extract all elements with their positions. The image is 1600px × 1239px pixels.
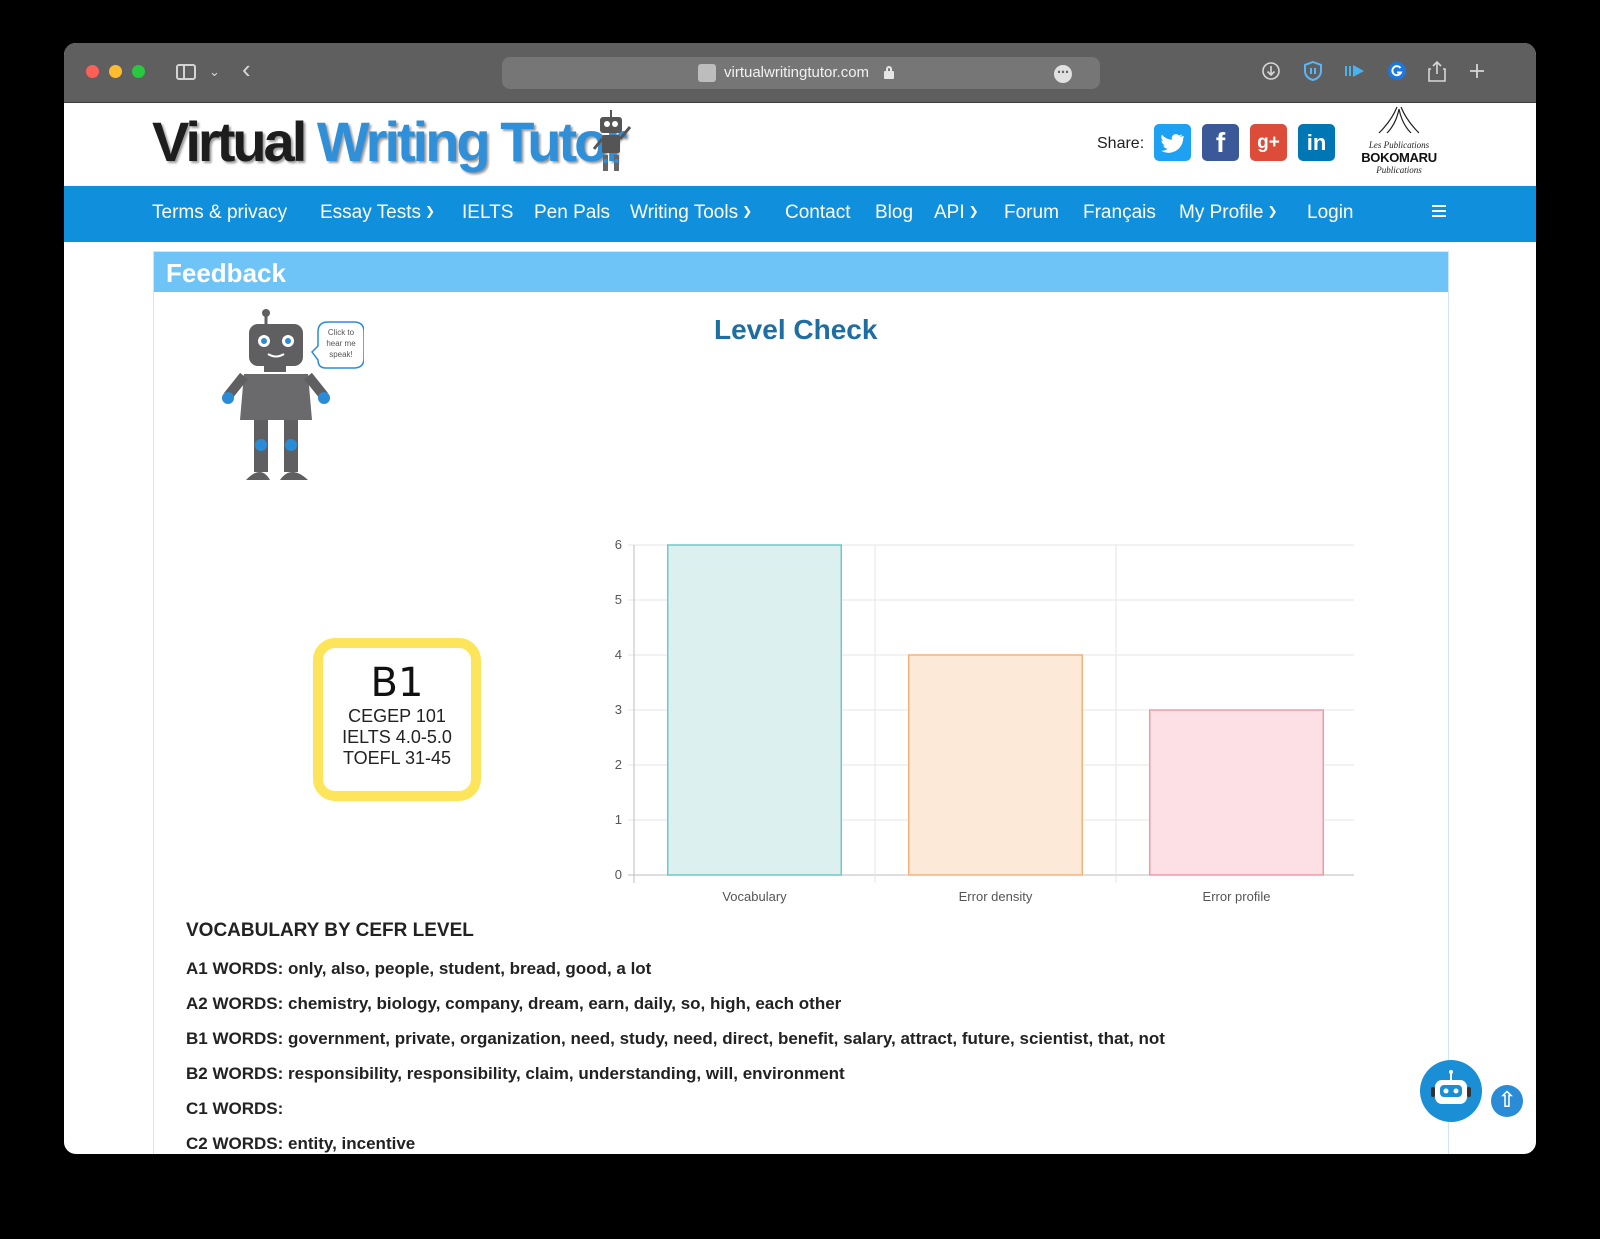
logo-word-virtual: Virtual xyxy=(152,110,307,173)
more-options-icon[interactable]: ⋯ xyxy=(1054,65,1072,83)
chevron-down-icon: ❯ xyxy=(425,204,436,218)
vocab-level-b2: B2 WORDS: responsibility, responsibility… xyxy=(186,1064,845,1083)
vocab-level-a1: A1 WORDS: only, also, people, student, b… xyxy=(186,959,652,978)
panel-title: Feedback xyxy=(166,258,286,288)
x-tick-label: Error density xyxy=(959,889,1033,904)
site-favicon-icon xyxy=(698,64,716,82)
share-label: Share: xyxy=(1097,135,1145,152)
zoom-window-button[interactable] xyxy=(132,65,145,78)
vocabulary-title: VOCABULARY BY CEFR LEVEL xyxy=(186,920,474,941)
y-tick-label: 4 xyxy=(615,647,622,662)
url-text: virtualwritingtutor.com xyxy=(724,64,870,81)
download-icon[interactable] xyxy=(1260,60,1282,82)
y-tick-label: 3 xyxy=(615,702,622,717)
nav-francais[interactable]: Français xyxy=(1083,202,1156,224)
logo-robot-icon xyxy=(592,110,632,171)
linkedin-icon: in xyxy=(1306,130,1327,155)
y-tick-label: 6 xyxy=(615,537,622,552)
bar xyxy=(1148,709,1325,876)
vocab-level-b1: B1 WORDS: government, private, organizat… xyxy=(186,1029,1165,1048)
new-tab-icon[interactable] xyxy=(1466,60,1488,82)
badge-line-toefl: TOEFL 31-45 xyxy=(342,748,452,768)
publisher-logo[interactable]: Les Publications BOKOMARU Publications xyxy=(1354,105,1444,175)
nav-ielts[interactable]: IELTS xyxy=(462,202,513,224)
minimize-window-button[interactable] xyxy=(109,65,122,78)
vocab-level-c2: C2 WORDS: entity, incentive xyxy=(186,1134,416,1153)
nav-my-profile[interactable]: My Profile ❯ xyxy=(1179,202,1278,224)
grammarly-extension-icon[interactable] xyxy=(1386,60,1408,82)
google-plus-icon: g+ xyxy=(1257,132,1280,153)
badge-line-cegep: CEGEP 101 xyxy=(348,706,446,726)
feedback-panel: Feedback Click to hear me speak! Level C… xyxy=(153,251,1449,1154)
main-nav: Terms & privacy Essay Tests ❯ IELTS Pen P… xyxy=(64,186,1536,242)
back-arrow-icon[interactable]: ‹ xyxy=(242,56,251,82)
logo-word-writing-tutor: Writing Tutor xyxy=(316,110,627,173)
vocabulary-section: VOCABULARY BY CEFR LEVEL A1 WORDS: only,… xyxy=(186,920,1406,1154)
nav-terms-privacy[interactable]: Terms & privacy xyxy=(152,202,287,224)
media-extension-icon[interactable] xyxy=(1343,60,1367,82)
chevron-down-icon: ❯ xyxy=(1267,204,1278,218)
address-bar[interactable]: virtualwritingtutor.com ⋯ xyxy=(502,57,1100,89)
nav-contact[interactable]: Contact xyxy=(785,202,850,224)
cefr-level-badge: B1 CEGEP 101 IELTS 4.0-5.0 TOEFL 31-45 xyxy=(313,638,481,801)
publisher-bottom-text: Publications xyxy=(1376,165,1422,175)
browser-toolbar: ⌄ ‹ virtualwritingtutor.com ⋯ xyxy=(64,43,1536,103)
nav-login[interactable]: Login xyxy=(1307,202,1354,224)
scroll-to-top-button[interactable]: ⇧ xyxy=(1491,1085,1523,1117)
site-header: Virtual Writing Tutor Share: f g+ in Les… xyxy=(64,103,1536,183)
hands-logo-icon xyxy=(1378,106,1420,134)
share-icon[interactable] xyxy=(1426,60,1448,84)
badge-line-ielts: IELTS 4.0-5.0 xyxy=(342,727,452,747)
publisher-top-text: Les Publications xyxy=(1368,140,1430,150)
y-tick-label: 5 xyxy=(615,592,622,607)
robot-bubble-line: speak! xyxy=(329,350,353,359)
facebook-icon: f xyxy=(1215,127,1226,158)
browser-window: ⌄ ‹ virtualwritingtutor.com ⋯ Virtual Wr… xyxy=(64,43,1536,1154)
sidebar-toggle-icon[interactable] xyxy=(176,64,196,80)
level-check-heading: Level Check xyxy=(714,314,878,345)
nav-writing-tools[interactable]: Writing Tools ❯ xyxy=(630,202,752,224)
x-tick-label: Vocabulary xyxy=(722,889,787,904)
close-window-button[interactable] xyxy=(86,65,99,78)
nav-api[interactable]: API ❯ xyxy=(934,202,979,224)
level-check-chart: 0 1 2 3 4 5 6 Vocabulary Error density Error prof… xyxy=(615,537,1354,904)
panel-header: Feedback xyxy=(154,252,1448,292)
y-tick-label: 1 xyxy=(615,812,622,827)
chevron-down-icon[interactable]: ⌄ xyxy=(209,62,220,82)
publisher-name: BOKOMARU xyxy=(1361,150,1437,165)
bar xyxy=(907,654,1084,876)
twitter-share-button[interactable] xyxy=(1154,124,1191,161)
chevron-down-icon: ❯ xyxy=(968,204,979,218)
lock-icon xyxy=(884,66,894,79)
nav-pen-pals[interactable]: Pen Pals xyxy=(534,202,610,224)
y-tick-label: 0 xyxy=(615,867,622,882)
twitter-icon xyxy=(1161,134,1184,153)
nav-blog[interactable]: Blog xyxy=(875,202,913,224)
bar xyxy=(666,544,843,876)
facebook-share-button[interactable]: f xyxy=(1202,124,1239,161)
arrow-up-icon: ⇧ xyxy=(1497,1087,1517,1112)
y-tick-label: 2 xyxy=(615,757,622,772)
nav-essay-tests[interactable]: Essay Tests ❯ xyxy=(320,202,435,224)
chevron-down-icon: ❯ xyxy=(742,204,753,218)
linkedin-share-button[interactable]: in xyxy=(1298,124,1335,161)
cefr-level: B1 xyxy=(370,660,424,706)
robot-bubble-line: Click to xyxy=(328,328,355,337)
robot-bubble-line: hear me xyxy=(326,339,356,348)
chatbot-button[interactable] xyxy=(1420,1060,1482,1122)
nav-forum[interactable]: Forum xyxy=(1004,202,1059,224)
x-tick-label: Error profile xyxy=(1203,889,1271,904)
google-plus-share-button[interactable]: g+ xyxy=(1250,124,1287,161)
vocab-level-a2: A2 WORDS: chemistry, biology, company, d… xyxy=(186,994,842,1013)
shield-extension-icon[interactable] xyxy=(1302,60,1324,82)
vocab-level-c1: C1 WORDS: xyxy=(186,1099,284,1118)
speaking-robot-icon[interactable]: Click to hear me speak! xyxy=(214,302,364,487)
hamburger-menu-icon[interactable] xyxy=(1432,205,1446,220)
